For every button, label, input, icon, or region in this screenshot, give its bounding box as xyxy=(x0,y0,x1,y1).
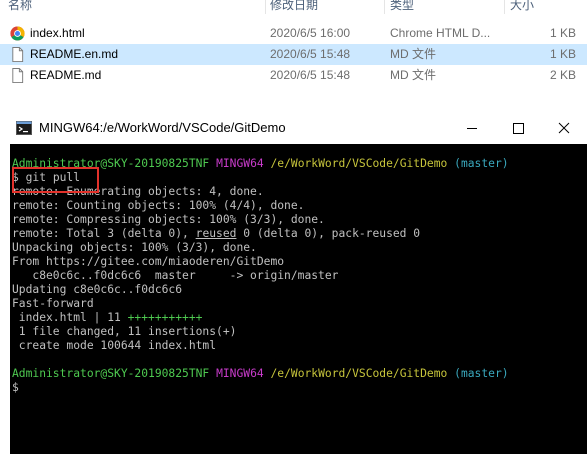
file-name: index.html xyxy=(30,26,85,40)
terminal-output[interactable]: Administrator@SKY-20190825TNF MINGW64 /e… xyxy=(10,144,587,454)
column-header-size[interactable]: 大小 xyxy=(510,0,534,14)
document-icon xyxy=(12,68,24,83)
file-explorer: 名称 修改日期 类型 大小 index.html 2020/6/5 16:00 … xyxy=(0,0,587,95)
reused-word: reused xyxy=(195,227,237,240)
output-line: remote: Counting objects: 100% (4/4), do… xyxy=(12,199,305,212)
output-line: remote: Compressing objects: 100% (3/3),… xyxy=(12,213,325,226)
prompt-env: MINGW64 xyxy=(216,157,264,170)
prompt-user-host: Administrator@SKY-20190825TNF xyxy=(12,367,210,380)
title-bar[interactable]: MINGW64:/e/WorkWord/VSCode/GitDemo xyxy=(10,112,587,144)
file-date: 2020/6/5 16:00 xyxy=(270,26,351,40)
mingw-app-icon[interactable] xyxy=(16,121,32,135)
final-prompt: $ xyxy=(12,381,19,394)
file-date: 2020/6/5 15:48 xyxy=(270,68,351,82)
column-divider[interactable] xyxy=(504,0,505,14)
close-button[interactable] xyxy=(541,112,587,144)
file-type: MD 文件 xyxy=(390,68,436,82)
file-type: MD 文件 xyxy=(390,47,436,61)
file-size: 2 KB xyxy=(549,68,576,82)
file-name: README.md xyxy=(30,68,102,82)
column-divider[interactable] xyxy=(265,0,266,14)
file-row-index-html[interactable]: index.html 2020/6/5 16:00 Chrome HTML D.… xyxy=(0,23,587,44)
prompt-path: /e/WorkWord/VSCode/GitDemo xyxy=(270,367,448,380)
file-row-readme-en-md[interactable]: README.en.md 2020/6/5 15:48 MD 文件 1 KB xyxy=(0,44,587,65)
file-type: Chrome HTML D... xyxy=(390,26,491,40)
output-line: Updating c8e0c6c..f0dc6c6 xyxy=(12,283,183,296)
prompt-line: Administrator@SKY-20190825TNF MINGW64 /e… xyxy=(12,367,509,381)
column-header-date[interactable]: 修改日期 xyxy=(270,0,318,14)
file-date: 2020/6/5 15:48 xyxy=(270,47,351,61)
prompt-path: /e/WorkWord/VSCode/GitDemo xyxy=(270,157,448,170)
close-icon xyxy=(558,122,570,134)
output-line: Unpacking objects: 100% (3/3), done. xyxy=(12,241,257,254)
chrome-icon xyxy=(10,26,25,41)
output-line: index.html | 11 +++++++++++ xyxy=(12,311,203,325)
command-highlight-box xyxy=(12,167,99,193)
minimize-icon xyxy=(467,128,477,129)
output-text: 0 (delta 0), pack-reused 0 xyxy=(236,227,421,240)
output-line: c8e0c6c..f0dc6c6 master -> origin/master xyxy=(12,269,339,282)
minimize-button[interactable] xyxy=(449,112,495,144)
file-size: 1 KB xyxy=(549,26,576,40)
output-text: remote: Total 3 (delta 0), xyxy=(12,227,196,240)
column-header-name[interactable]: 名称 xyxy=(8,0,32,14)
output-line: 1 file changed, 11 insertions(+) xyxy=(12,325,237,338)
maximize-icon xyxy=(513,123,524,134)
output-text: index.html | 11 xyxy=(12,311,128,324)
output-line: remote: Total 3 (delta 0), reused 0 (del… xyxy=(12,227,420,241)
output-line: From https://gitee.com/miaoderen/GitDemo xyxy=(12,255,285,268)
column-header-type[interactable]: 类型 xyxy=(390,0,414,14)
maximize-button[interactable] xyxy=(495,112,541,144)
column-header-bar: 名称 修改日期 类型 大小 xyxy=(0,0,587,14)
output-line: create mode 100644 index.html xyxy=(12,339,217,352)
window-title: MINGW64:/e/WorkWord/VSCode/GitDemo xyxy=(39,120,286,135)
document-icon xyxy=(12,47,24,62)
output-line: Fast-forward xyxy=(12,297,94,310)
file-name: README.en.md xyxy=(30,47,119,61)
prompt-branch: (master) xyxy=(454,367,509,380)
column-divider[interactable] xyxy=(384,0,385,14)
plus-marks: +++++++++++ xyxy=(127,311,203,324)
file-size: 1 KB xyxy=(549,47,576,61)
prompt-env: MINGW64 xyxy=(216,367,264,380)
terminal-window: MINGW64:/e/WorkWord/VSCode/GitDemo Admin… xyxy=(10,112,587,454)
prompt-branch: (master) xyxy=(454,157,509,170)
file-row-readme-md[interactable]: README.md 2020/6/5 15:48 MD 文件 2 KB xyxy=(0,65,587,86)
